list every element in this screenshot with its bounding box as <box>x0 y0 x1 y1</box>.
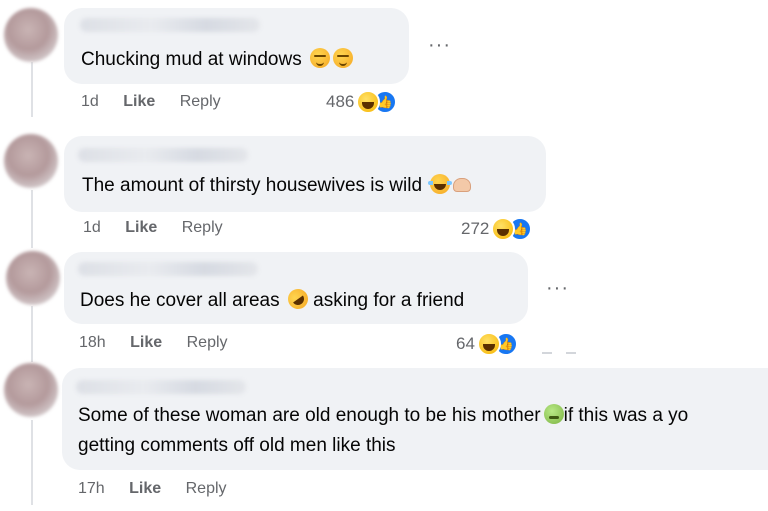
comment-text-content: The amount of thirsty housewives is wild <box>82 175 423 196</box>
author-name-redacted[interactable] <box>78 262 258 276</box>
thread-line <box>31 420 33 505</box>
reaction-count: 64 <box>456 334 475 353</box>
more-options-button[interactable]: ··· <box>428 35 451 55</box>
smirking-face-icon <box>333 48 353 68</box>
avatar[interactable] <box>4 8 58 62</box>
face-with-tears-of-joy-icon <box>428 174 453 194</box>
author-name-redacted[interactable] <box>78 148 248 162</box>
reply-button[interactable]: Reply <box>180 93 221 110</box>
smirking-face-icon <box>310 48 330 68</box>
author-name-redacted[interactable] <box>80 18 260 32</box>
comment-text-content: getting comments off old men like this <box>78 435 396 456</box>
avatar[interactable] <box>6 251 60 305</box>
comment-actions: 1d Like Reply <box>81 93 241 111</box>
reply-button[interactable]: Reply <box>182 219 223 236</box>
thread-line <box>31 190 33 248</box>
like-button[interactable]: Like <box>129 480 161 497</box>
divider <box>542 352 552 354</box>
comment-text-content: if this was a yo <box>563 405 689 426</box>
nauseated-face-icon <box>543 404 564 424</box>
comment-text: Some of these woman are old enough to be… <box>78 401 688 431</box>
comment-text: The amount of thirsty housewives is wild <box>82 171 472 201</box>
comment-time[interactable]: 1d <box>83 219 101 236</box>
thread-line <box>31 306 33 362</box>
comment-time[interactable]: 18h <box>79 334 106 351</box>
raised-hands-icon <box>453 178 472 192</box>
comment-time[interactable]: 17h <box>78 480 105 497</box>
avatar[interactable] <box>4 134 58 188</box>
comment-actions: 17h Like Reply <box>78 480 247 498</box>
divider <box>566 352 576 354</box>
comment-text-content: Chucking mud at windows <box>81 49 302 70</box>
comment-text-content: Does he cover all areas <box>80 290 280 311</box>
thread-line <box>31 62 33 117</box>
reaction-count: 486 <box>326 92 355 111</box>
reaction-summary[interactable]: 486 👍 <box>326 90 398 114</box>
like-button[interactable]: Like <box>125 219 157 236</box>
comment-time[interactable]: 1d <box>81 93 99 110</box>
comment-bubble: The amount of thirsty housewives is wild <box>64 136 546 212</box>
reaction-count: 272 <box>461 219 490 238</box>
reply-button[interactable]: Reply <box>187 334 228 351</box>
comment-actions: 1d Like Reply <box>83 219 243 237</box>
comment-bubble: Chucking mud at windows <box>64 8 409 84</box>
comment-text-content: Some of these woman are old enough to be… <box>78 405 541 426</box>
like-button[interactable]: Like <box>130 334 162 351</box>
haha-reaction-icon <box>476 332 501 356</box>
more-options-button[interactable]: ··· <box>546 278 569 298</box>
reply-button[interactable]: Reply <box>186 480 227 497</box>
reaction-summary[interactable]: 64 👍 <box>456 332 518 356</box>
like-button[interactable]: Like <box>123 93 155 110</box>
comment-bubble: Does he cover all areas asking for a fri… <box>64 252 528 324</box>
comment-actions: 18h Like Reply <box>79 334 248 352</box>
avatar[interactable] <box>4 363 58 417</box>
rolling-on-floor-laughing-icon <box>283 285 312 313</box>
author-name-redacted[interactable] <box>76 380 246 394</box>
reaction-summary[interactable]: 272 👍 <box>461 217 533 241</box>
comment-bubble: Some of these woman are old enough to be… <box>62 368 768 470</box>
comment-text-line2: getting comments off old men like this <box>78 431 396 461</box>
comment-text-content: asking for a friend <box>313 290 465 311</box>
comment-text: Does he cover all areas asking for a fri… <box>80 285 465 316</box>
comment-text: Chucking mud at windows <box>81 45 353 75</box>
